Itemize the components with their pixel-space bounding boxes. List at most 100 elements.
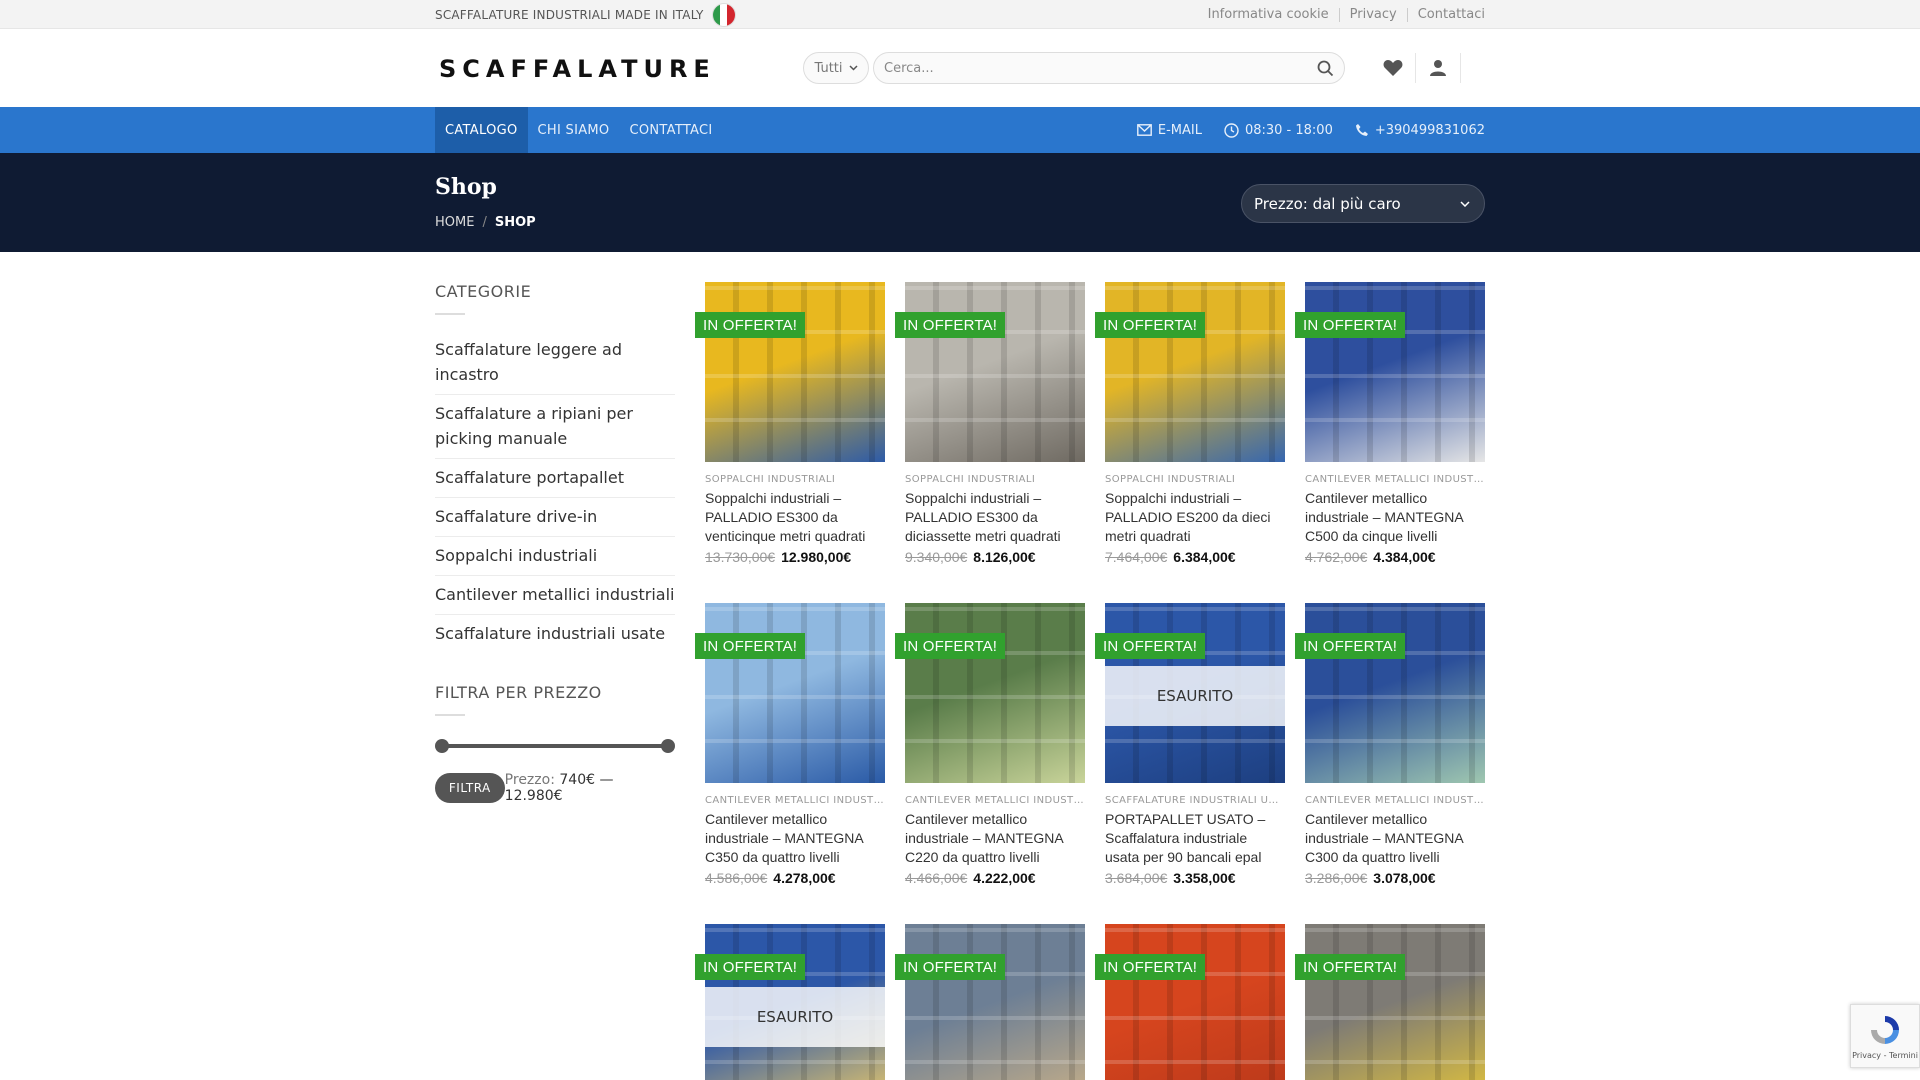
product-card[interactable]: IN OFFERTA! SOPPALCHI INDUSTRIALI Soppalch… (1095, 282, 1285, 565)
old-price: 3.684,00€ (1105, 870, 1168, 886)
product-category[interactable]: SOPPALCHI INDUSTRIALI (705, 474, 885, 485)
product-category[interactable]: SOPPALCHI INDUSTRIALI (905, 474, 1085, 485)
search-icon[interactable] (1317, 60, 1334, 77)
product-image[interactable] (1305, 924, 1485, 1080)
product-category[interactable]: CANTILEVER METALLICI INDUSTRIALI (1305, 795, 1485, 806)
category-item[interactable]: Scaffalature leggere ad incastro (435, 331, 675, 395)
product-name[interactable]: Cantilever metallico industriale – MANTE… (905, 810, 1085, 867)
nav-chi-siamo[interactable]: CHI SIAMO (528, 107, 620, 153)
product-image[interactable] (705, 282, 885, 462)
product-name[interactable]: Soppalchi industriali – PALLADIO ES300 d… (705, 489, 885, 546)
chevron-down-icon (848, 65, 858, 71)
category-item[interactable]: Scaffalature portapallet (435, 459, 675, 498)
category-select-value: Tutti (814, 60, 843, 76)
sold-out-overlay: ESAURITO (1105, 666, 1285, 726)
main-nav: CATALOGO CHI SIAMO CONTATTACI E-MAIL 08:… (0, 107, 1920, 153)
category-item[interactable]: Scaffalature a ripiani per picking manua… (435, 395, 675, 459)
old-price: 4.762,00€ (1305, 549, 1368, 565)
product-image[interactable] (705, 603, 885, 783)
site-header: SCAFFALATURE Tutti (0, 30, 1920, 106)
product-card[interactable]: IN OFFERTA! (1295, 924, 1485, 1080)
breadcrumb: HOME / SHOP (435, 215, 536, 230)
price-slider-max-handle[interactable] (661, 739, 675, 753)
product-image[interactable] (1305, 603, 1485, 783)
sold-out-overlay: ESAURITO (705, 987, 885, 1047)
sale-badge: IN OFFERTA! (895, 633, 1006, 659)
breadcrumb-home[interactable]: HOME (435, 215, 474, 230)
product-image[interactable] (905, 924, 1085, 1080)
product-card[interactable]: IN OFFERTA! CANTILEVER METALLICI INDUSTRI… (695, 603, 885, 886)
sale-badge: IN OFFERTA! (695, 954, 806, 980)
product-image[interactable]: ESAURITO (705, 924, 885, 1080)
product-card[interactable]: IN OFFERTA! CANTILEVER METALLICI INDUSTRI… (895, 603, 1085, 886)
user-icon (1430, 60, 1446, 76)
product-category[interactable]: CANTILEVER METALLICI INDUSTRIALI (905, 795, 1085, 806)
nav-phone[interactable]: +390499831062 (1355, 123, 1485, 138)
link-cookie[interactable]: Informativa cookie (1208, 7, 1329, 22)
nav-catalogo[interactable]: CATALOGO (435, 107, 528, 153)
logo-wordmark: SCAFFALATURE (439, 56, 710, 80)
product-category[interactable]: CANTILEVER METALLICI INDUSTRIALI (1305, 474, 1485, 485)
product-card[interactable]: ESAURITO IN OFFERTA! (695, 924, 885, 1080)
product-category[interactable]: SCAFFALATURE INDUSTRIALI USATE (1105, 795, 1285, 806)
nav-email[interactable]: E-MAIL (1136, 123, 1202, 138)
price-slider (435, 738, 675, 754)
product-name[interactable]: PORTAPALLET USATO – Scaffalatura industr… (1105, 810, 1285, 867)
product-category[interactable]: CANTILEVER METALLICI INDUSTRIALI (705, 795, 885, 806)
product-name[interactable]: Cantilever metallico industriale – MANTE… (1305, 489, 1485, 546)
product-card[interactable]: IN OFFERTA! (895, 924, 1085, 1080)
top-bar: SCAFFALATURE INDUSTRIALI MADE IN ITALY I… (0, 0, 1920, 29)
category-item[interactable]: Scaffalature drive-in (435, 498, 675, 537)
product-card[interactable]: ESAURITO IN OFFERTA! SCAFFALATURE INDUSTRI… (1095, 603, 1285, 886)
sort-select[interactable]: Prezzo: dal più caro (1241, 184, 1485, 223)
filter-button[interactable]: FILTRA (435, 773, 505, 803)
product-category[interactable]: SOPPALCHI INDUSTRIALI (1105, 474, 1285, 485)
sale-price: 12.980,00€ (781, 549, 852, 565)
category-select[interactable]: Tutti (803, 52, 869, 84)
product-card[interactable]: IN OFFERTA! SOPPALCHI INDUSTRIALI Soppalch… (895, 282, 1085, 565)
product-name[interactable]: Soppalchi industriali – PALLADIO ES300 d… (905, 489, 1085, 546)
product-name[interactable]: Cantilever metallico industriale – MANTE… (705, 810, 885, 867)
sale-price: 4.278,00€ (773, 870, 836, 886)
price-slider-min-handle[interactable] (435, 739, 449, 753)
product-image[interactable] (1105, 924, 1285, 1080)
price-filter-heading: FILTRA PER PREZZO (435, 683, 602, 702)
site-logo[interactable]: SCAFFALATURE (435, 48, 785, 88)
recaptcha-badge[interactable]: Privacy - Termini (1850, 1004, 1920, 1068)
sale-badge: IN OFFERTA! (695, 633, 806, 659)
product-card[interactable]: IN OFFERTA! SOPPALCHI INDUSTRIALI Soppalch… (695, 282, 885, 565)
recaptcha-icon (1871, 1015, 1899, 1044)
category-item[interactable]: Soppalchi industriali (435, 537, 675, 576)
envelope-icon (1136, 124, 1152, 136)
product-card[interactable]: IN OFFERTA! CANTILEVER METALLICI INDUSTRI… (1295, 282, 1485, 565)
product-image[interactable] (905, 282, 1085, 462)
product-image[interactable]: ESAURITO (1105, 603, 1285, 783)
old-price: 3.286,00€ (1305, 870, 1368, 886)
tagline: SCAFFALATURE INDUSTRIALI MADE IN ITALY (435, 2, 736, 27)
product-name[interactable]: Cantilever metallico industriale – MANTE… (1305, 810, 1485, 867)
product-image[interactable] (1105, 282, 1285, 462)
phone-icon (1355, 124, 1368, 136)
product-image[interactable] (905, 603, 1085, 783)
account-button[interactable] (1420, 50, 1456, 86)
old-price: 4.466,00€ (905, 870, 968, 886)
old-price: 7.464,00€ (1105, 549, 1168, 565)
recaptcha-text[interactable]: Privacy - Termini (1852, 1051, 1918, 1060)
wishlist-button[interactable] (1375, 50, 1411, 86)
sale-badge: IN OFFERTA! (1295, 633, 1406, 659)
sale-badge: IN OFFERTA! (895, 312, 1006, 338)
nav-contattaci[interactable]: CONTATTACI (619, 107, 722, 153)
category-item[interactable]: Cantilever metallici industriali (435, 576, 675, 615)
clock-icon (1224, 122, 1239, 138)
sale-badge: IN OFFERTA! (1095, 633, 1206, 659)
category-item[interactable]: Scaffalature industriali usate (435, 615, 675, 653)
product-card[interactable]: IN OFFERTA! CANTILEVER METALLICI INDUSTRI… (1295, 603, 1485, 886)
link-contattaci[interactable]: Contattaci (1418, 7, 1485, 22)
product-card[interactable]: IN OFFERTA! (1095, 924, 1285, 1080)
product-image[interactable] (1305, 282, 1485, 462)
product-price: 13.730,00€ 12.980,00€ (705, 549, 885, 565)
product-price: 7.464,00€ 6.384,00€ (1105, 549, 1285, 565)
product-name[interactable]: Soppalchi industriali – PALLADIO ES200 d… (1105, 489, 1285, 546)
search-input[interactable] (884, 60, 1317, 76)
link-privacy[interactable]: Privacy (1350, 7, 1397, 22)
